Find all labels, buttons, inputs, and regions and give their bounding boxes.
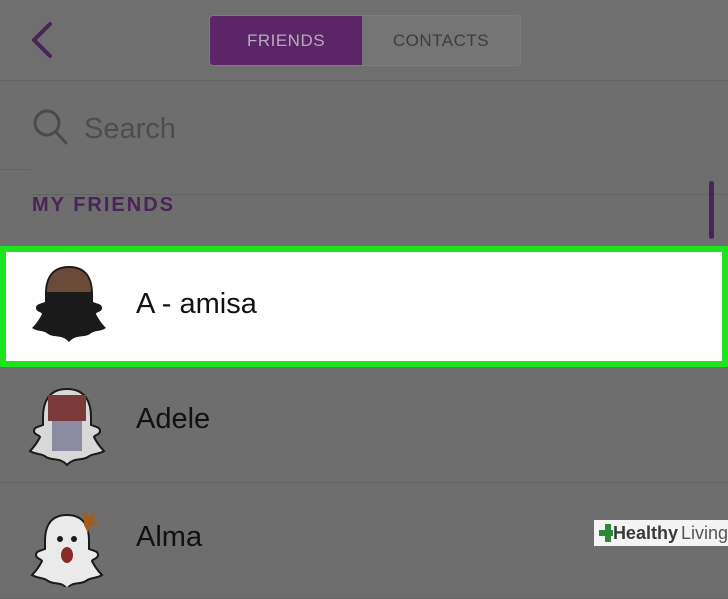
friend-row[interactable]: Adele (0, 367, 728, 483)
friend-name: Alma (136, 521, 203, 553)
watermark-brand: Healthy (612, 522, 678, 543)
friend-name: Adele (136, 403, 211, 435)
friend-row[interactable]: A - amisa (0, 246, 728, 367)
tab-contacts[interactable]: CONTACTS (362, 16, 520, 65)
watermark: Healthy Living (594, 520, 728, 546)
search-input[interactable] (82, 108, 686, 150)
friends-contacts-toggle: FRIENDS CONTACTS (209, 15, 521, 66)
top-bar: FRIENDS CONTACTS (0, 0, 728, 81)
ghost-avatar-icon (32, 266, 106, 342)
back-chevron-icon (32, 22, 52, 58)
watermark-suffix: Living (680, 522, 728, 543)
ghost-avatar-icon (30, 509, 104, 587)
ghost-avatar-icon (28, 387, 106, 467)
tab-friends[interactable]: FRIENDS (210, 16, 362, 65)
scrollbar[interactable] (709, 181, 714, 239)
section-title: MY FRIENDS (32, 194, 175, 216)
friend-name: A - amisa (136, 288, 257, 320)
plus-logo-icon (599, 524, 613, 542)
back-button[interactable] (24, 18, 64, 62)
